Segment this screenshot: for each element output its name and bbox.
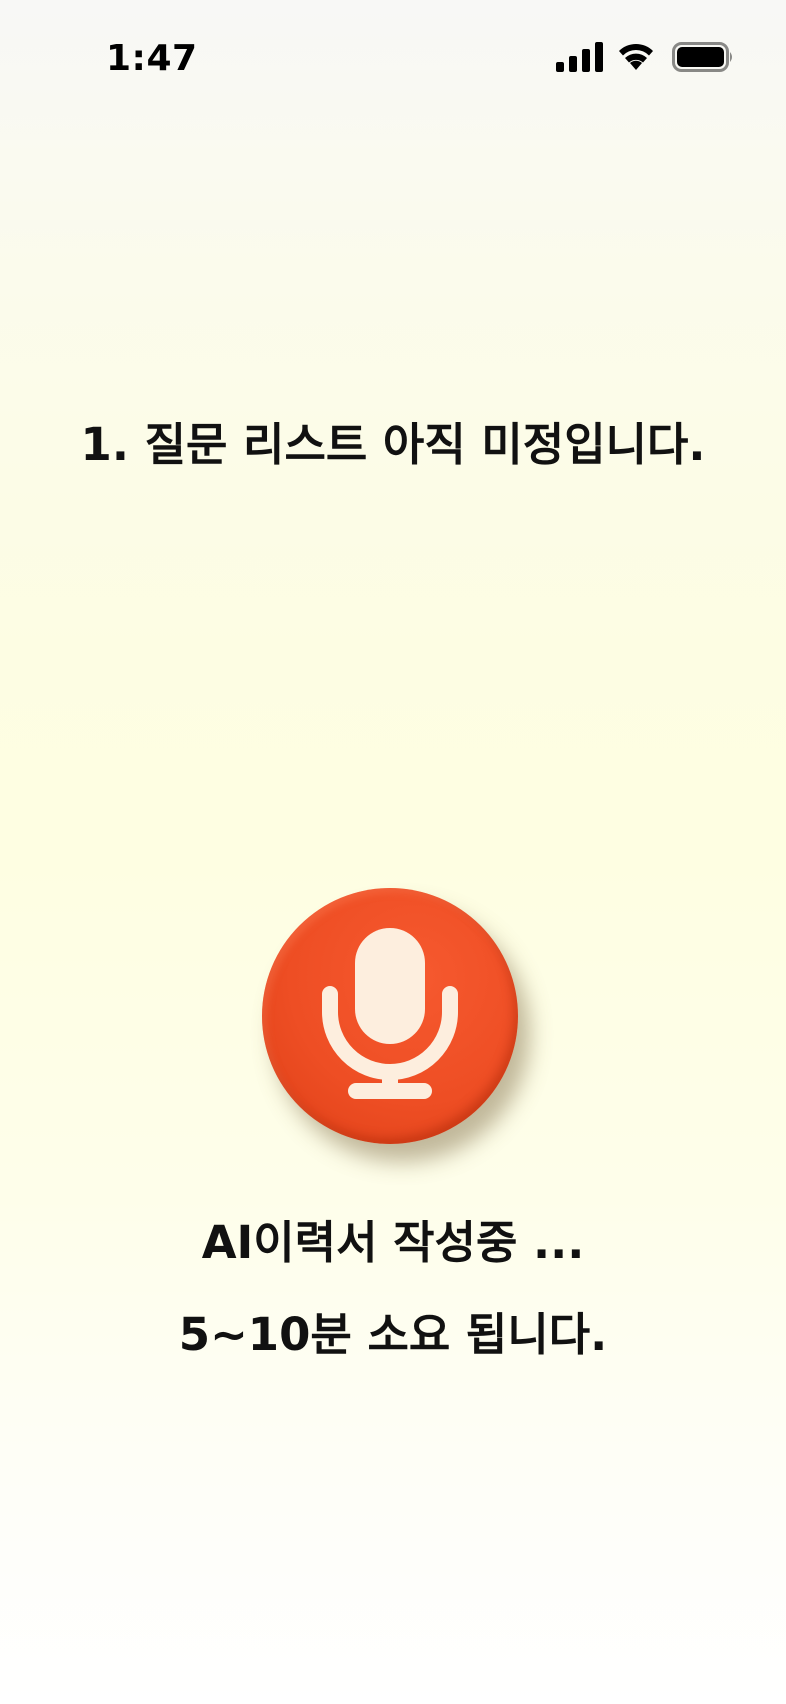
microphone-icon xyxy=(322,928,458,1099)
status-bar: 1:47 xyxy=(0,0,786,120)
status-message-writing: AI이력서 작성중 ... xyxy=(201,1216,585,1269)
status-time: 1:47 xyxy=(106,38,198,79)
status-message-duration: 5~10분 소요 됩니다. xyxy=(178,1308,608,1361)
wifi-icon xyxy=(619,43,653,70)
microphone-button[interactable] xyxy=(262,888,518,1144)
question-title: 1. 질문 리스트 아직 미정입니다. xyxy=(80,418,706,471)
battery-icon xyxy=(672,42,732,72)
signal-icon xyxy=(556,42,603,72)
